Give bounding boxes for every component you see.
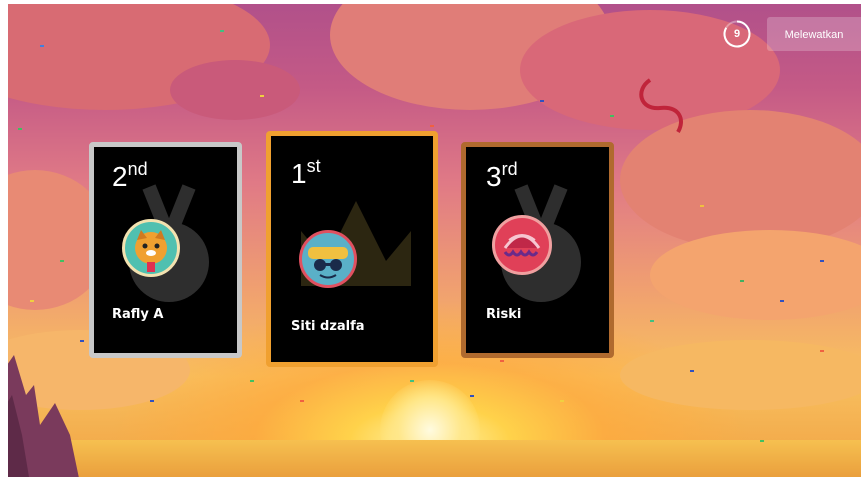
- octopus-avatar-icon: [492, 215, 552, 275]
- frame-bottom: [0, 477, 861, 483]
- skip-button[interactable]: Melewatkan: [767, 17, 861, 51]
- dog-avatar-icon: [122, 219, 180, 277]
- rank-label: 1st: [291, 156, 321, 189]
- frame-left: [0, 0, 8, 483]
- countdown-timer-value: 9: [733, 28, 741, 40]
- player-name: Rafly A: [112, 307, 164, 322]
- podium-card-third: 3rd Riski: [461, 142, 614, 358]
- player-name: Siti dzalfa: [291, 319, 365, 334]
- cloud: [170, 60, 300, 120]
- frame-top: [0, 0, 861, 4]
- rank-label: 2nd: [112, 159, 148, 192]
- player-name: Riski: [486, 307, 522, 322]
- cloud: [650, 230, 861, 320]
- podium-card-first: 1st Siti dzalfa: [266, 131, 438, 367]
- rock-formation: [0, 355, 80, 483]
- sunglasses-avatar-icon: [299, 230, 357, 288]
- podium-card-second: 2nd Rafly A: [89, 142, 242, 358]
- rank-label: 3rd: [486, 159, 518, 192]
- ribbon-confetti: [639, 78, 683, 134]
- cloud: [620, 340, 861, 410]
